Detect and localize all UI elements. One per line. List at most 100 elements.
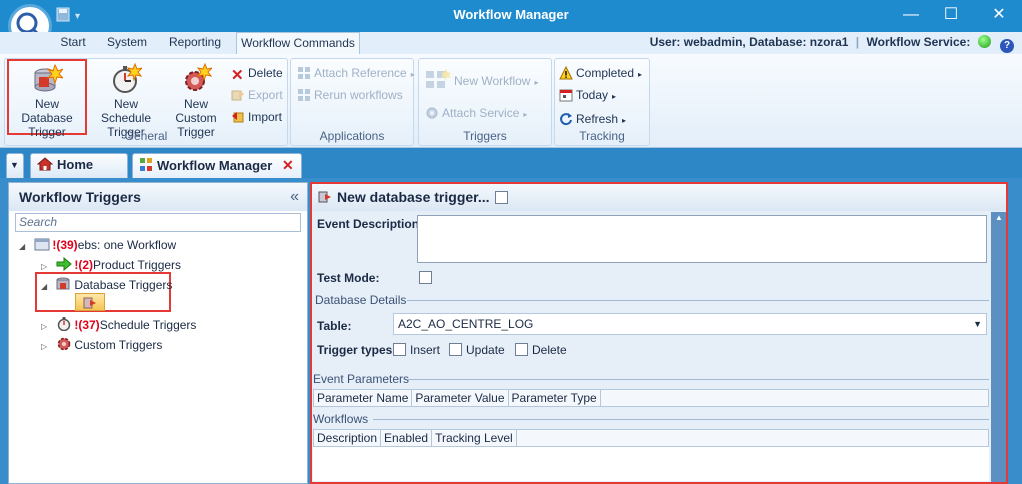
tab-reporting[interactable]: Reporting: [166, 32, 224, 54]
export-button[interactable]: Export: [231, 85, 283, 105]
collapsed-arrow-icon[interactable]: ▷: [41, 337, 53, 357]
database-trigger-icon: [83, 297, 96, 309]
tab-list-dropdown[interactable]: ▼: [6, 153, 24, 178]
refresh-button[interactable]: Refresh ▸: [559, 109, 626, 129]
delete-label: Delete: [248, 66, 283, 80]
ribbon-group-general: New Database Trigger New Schedule Trigge…: [4, 58, 288, 146]
window-title: Workflow Manager: [453, 7, 569, 22]
tab-workflow-manager-label: Workflow Manager: [157, 158, 273, 173]
attach-service-button[interactable]: Attach Service ▸: [425, 103, 527, 123]
ribbon-group-triggers: New Workflow ▸ Attach Service ▸ Triggers: [418, 58, 552, 146]
today-button[interactable]: Today ▸: [559, 85, 616, 105]
ribbon: New Database Trigger New Schedule Trigge…: [0, 54, 1022, 148]
warning-icon: [559, 66, 573, 80]
completed-button[interactable]: Completed ▸: [559, 63, 642, 83]
tab-home-label: Home: [57, 157, 94, 172]
dropdown-arrow-icon: ▸: [410, 70, 415, 79]
attach-service-label: Attach Service: [442, 106, 520, 120]
rerun-workflows-label: Rerun workflows: [314, 88, 403, 102]
new-workflow-icon: [426, 69, 451, 88]
dropdown-arrow-icon: ▸: [612, 92, 617, 101]
ribbon-group-tracking: Completed ▸ Today ▸ Refresh ▸ Tracking: [554, 58, 650, 146]
workflow-folder-icon: [34, 238, 50, 251]
new-database-trigger-node[interactable]: [75, 293, 105, 311]
maximize-button[interactable]: ☐: [938, 4, 964, 26]
service-status-icon: [977, 35, 991, 48]
dropdown-arrow-icon: ▸: [622, 116, 627, 125]
tab-system[interactable]: System: [104, 32, 150, 54]
export-icon: [231, 90, 244, 101]
database-label: Database Triggers: [74, 278, 173, 292]
tree-node-root[interactable]: ◢ !(39)ebs: one Workflow: [19, 235, 176, 255]
home-icon: [36, 157, 54, 171]
export-label: Export: [248, 88, 283, 102]
close-window-button[interactable]: ✕: [986, 4, 1012, 26]
tree-node-custom-triggers[interactable]: ▷ Custom Triggers: [41, 335, 162, 355]
tab-start[interactable]: Start: [58, 32, 88, 54]
quick-access-toolbar[interactable]: ▾: [55, 6, 93, 24]
new-workflow-button[interactable]: New Workflow ▸: [425, 69, 538, 89]
title-bar: Workflow Manager — ☐ ✕ ▾: [0, 0, 1022, 32]
rerun-workflows-button[interactable]: Rerun workflows: [297, 85, 403, 105]
root-label: ebs: one Workflow: [77, 238, 177, 252]
ribbon-group-applications: Attach Reference ▸ Rerun workflows Applic…: [290, 58, 415, 146]
delete-icon: ✕: [231, 67, 244, 84]
dropdown-arrow-icon: ▸: [523, 110, 528, 119]
tab-workflow-manager[interactable]: Workflow Manager ✕: [132, 153, 302, 178]
product-label: Product Triggers: [93, 258, 182, 272]
rerun-icon: [298, 89, 310, 101]
stopwatch-icon: [113, 63, 142, 93]
document-tab-bar: ▼ Home Workflow Manager ✕: [0, 148, 1022, 178]
attach-reference-label: Attach Reference: [314, 66, 407, 80]
import-button[interactable]: Import: [231, 107, 282, 127]
collapsed-arrow-icon[interactable]: ▷: [41, 317, 53, 337]
panel-title: Workflow Triggers: [19, 189, 141, 205]
ribbon-tab-bar: Start System Reporting Workflow Commands…: [0, 32, 1022, 54]
today-label: Today: [576, 88, 609, 102]
delete-button[interactable]: ✕ Delete: [231, 63, 283, 83]
collapse-panel-icon[interactable]: «: [290, 183, 299, 211]
product-count: !(2): [74, 258, 94, 272]
dropdown-arrow-icon: ▸: [638, 70, 643, 79]
database-icon: [56, 277, 70, 290]
close-tab-icon[interactable]: ✕: [282, 157, 294, 173]
new-custom-trigger-button[interactable]: New Custom Trigger: [163, 61, 229, 139]
svg-text:▾: ▾: [75, 11, 80, 22]
panel-header: Workflow Triggers «: [9, 183, 307, 211]
tab-workflow-commands[interactable]: Workflow Commands: [236, 32, 360, 54]
refresh-label: Refresh: [576, 112, 619, 126]
user-database-text: User: webadmin, Database: nzora1: [649, 35, 849, 49]
search-input[interactable]: Search: [15, 213, 301, 232]
expanded-arrow-icon[interactable]: ◢: [19, 237, 31, 257]
tree-node-schedule-triggers[interactable]: ▷ !(37)Schedule Triggers: [41, 315, 196, 335]
applications-group-label: Applications: [319, 129, 385, 143]
gear-icon: [58, 337, 71, 351]
gear-trigger-icon: [185, 63, 212, 91]
calendar-icon: [559, 89, 573, 102]
help-icon[interactable]: ?: [1000, 39, 1014, 53]
import-icon: [232, 112, 244, 123]
new-schedule-trigger-button[interactable]: New Schedule Trigger: [89, 61, 163, 139]
stopwatch-icon: [58, 317, 71, 332]
completed-label: Completed: [576, 66, 635, 80]
dropdown-arrow-icon: ▸: [534, 78, 539, 87]
tab-home[interactable]: Home: [30, 153, 128, 178]
user-info: User: webadmin, Database: nzora1 | Workf…: [649, 34, 1014, 53]
refresh-icon: [560, 113, 572, 126]
minimize-button[interactable]: —: [898, 4, 924, 26]
schedule-label: Schedule Triggers: [99, 318, 197, 332]
save-icon[interactable]: ▾: [55, 6, 93, 24]
green-arrow-icon: [56, 256, 73, 272]
new-database-trigger-button[interactable]: New Database Trigger: [7, 59, 87, 139]
tree-node-database-triggers[interactable]: ◢ Database Triggers: [41, 275, 172, 295]
highlight-new-trigger-panel: [310, 182, 1008, 484]
database-trigger-icon: [34, 63, 63, 92]
expanded-arrow-icon[interactable]: ◢: [41, 277, 53, 297]
attach-service-icon: [426, 107, 438, 119]
custom-label: Custom Triggers: [74, 338, 163, 352]
attach-reference-button[interactable]: Attach Reference ▸: [297, 63, 415, 83]
content-area: Workflow Triggers « Search ◢ !(39)ebs: o…: [0, 178, 1022, 484]
workflow-icon: [140, 158, 152, 171]
tracking-group-label: Tracking: [579, 129, 625, 143]
schedule-count: !(37): [74, 318, 100, 332]
